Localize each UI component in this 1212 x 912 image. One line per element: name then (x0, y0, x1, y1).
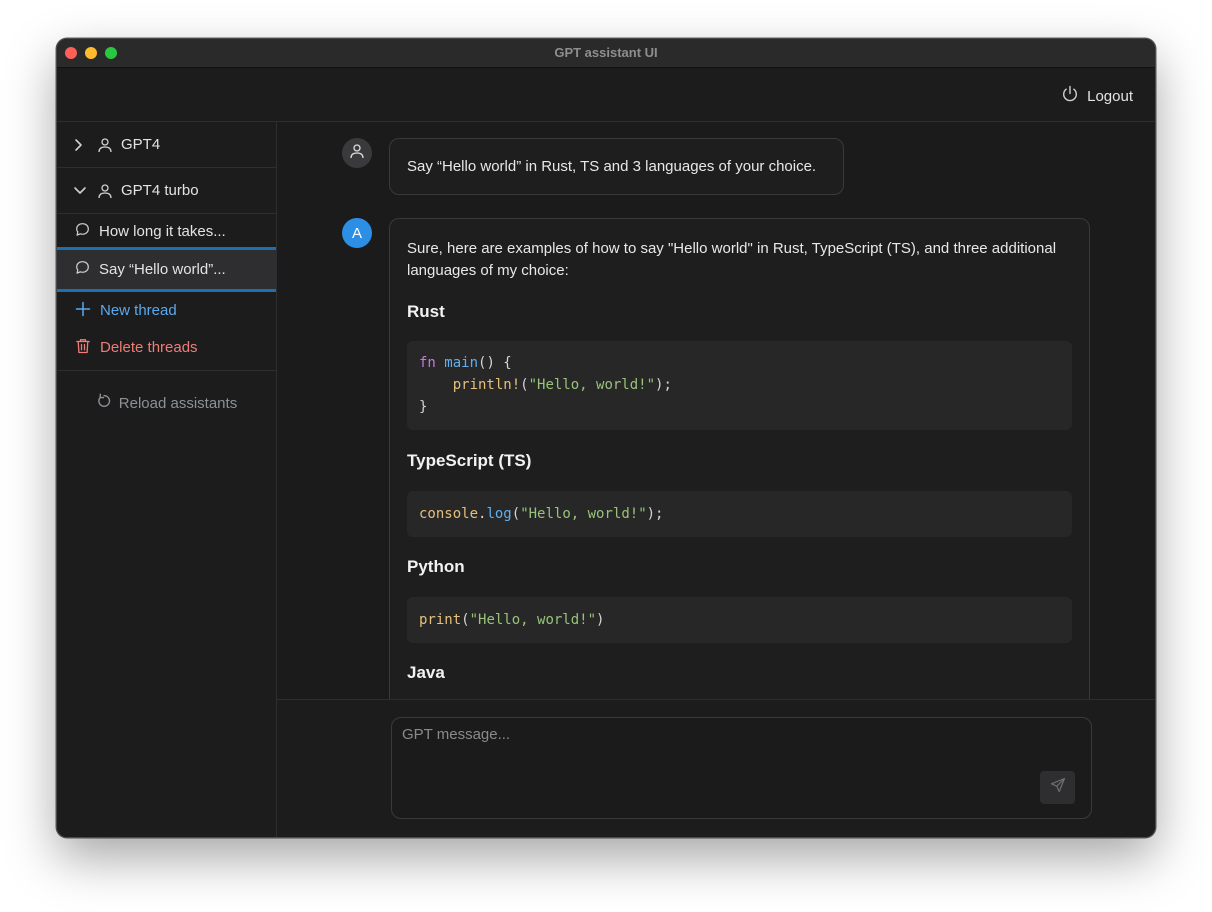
code-token: ( (520, 377, 529, 393)
code-token: console (419, 506, 479, 522)
code-token: } (419, 399, 428, 415)
chat-panel[interactable]: Say “Hello world” in Rust, TS and 3 lang… (277, 122, 1155, 699)
assistant-item-gpt4[interactable]: GPT4 (57, 122, 276, 168)
code-token: println! (452, 377, 521, 393)
section-heading-rust: Rust (407, 302, 445, 321)
code-block-rust: fn main() { println!("Hello, world!"); } (407, 341, 1072, 430)
code-token: ) (596, 612, 605, 628)
top-bar: Logout (57, 68, 1155, 122)
section-heading-typescript: TypeScript (TS) (407, 451, 532, 470)
section-heading-java: Java (407, 663, 445, 682)
thread-item[interactable]: How long it takes... (57, 215, 276, 250)
code-token: ); (646, 506, 664, 522)
window-title: GPT assistant UI (554, 45, 658, 60)
new-thread-label: New thread (100, 302, 177, 319)
delete-threads-label: Delete threads (100, 339, 198, 356)
chat-bubble-icon (75, 260, 99, 279)
assistant-avatar-letter: A (351, 224, 362, 242)
sidebar: GPT4 GPT4 turbo How long it takes... Say… (57, 122, 277, 837)
chevron-down-icon (73, 186, 87, 196)
message-composer (391, 717, 1092, 819)
code-token: fn (419, 355, 436, 371)
thread-item-selected[interactable]: Say “Hello world”... (57, 250, 276, 292)
message-input[interactable] (400, 724, 1034, 788)
reload-icon (96, 393, 119, 413)
reload-assistants-label: Reload assistants (118, 394, 238, 412)
chat-bubble-icon (75, 222, 99, 241)
person-icon (97, 183, 113, 199)
power-icon (1061, 85, 1087, 107)
person-icon (349, 143, 365, 164)
thread-label: Say “Hello world”... (99, 261, 226, 278)
code-token: () { (478, 355, 512, 371)
logout-button[interactable]: Logout (1061, 85, 1133, 107)
code-token: main (444, 355, 479, 371)
code-block-python: print("Hello, world!") (407, 597, 1072, 643)
code-token: log (486, 506, 512, 522)
zoom-window-button[interactable] (105, 47, 117, 59)
minimize-window-button[interactable] (85, 47, 97, 59)
app-window: GPT assistant UI Logout GPT4 GPT4 turbo … (56, 38, 1156, 838)
assistant-item-gpt4-turbo[interactable]: GPT4 turbo (57, 168, 276, 214)
delete-threads-button[interactable]: Delete threads (57, 329, 276, 366)
user-message-text: Say “Hello world” in Rust, TS and 3 lang… (407, 158, 817, 175)
new-thread-button[interactable]: New thread (57, 292, 276, 329)
code-token: ( (461, 612, 470, 628)
user-message: Say “Hello world” in Rust, TS and 3 lang… (389, 138, 844, 195)
chevron-right-icon (73, 138, 87, 152)
code-token: ); (655, 377, 672, 393)
thread-label: How long it takes... (99, 222, 226, 240)
send-icon (1050, 777, 1066, 798)
code-token: print (419, 612, 462, 628)
logout-label: Logout (1087, 87, 1133, 105)
user-avatar (342, 138, 372, 168)
assistant-label: GPT4 (121, 136, 161, 153)
section-heading-python: Python (407, 557, 465, 576)
assistant-intro-text: Sure, here are examples of how to say "H… (407, 240, 1057, 279)
send-button[interactable] (1040, 771, 1075, 804)
plus-icon (75, 301, 100, 321)
composer-area (277, 699, 1155, 837)
code-block-typescript: console.log("Hello, world!"); (407, 491, 1072, 537)
title-bar[interactable]: GPT assistant UI (57, 39, 1155, 68)
assistant-message: Sure, here are examples of how to say "H… (389, 218, 1090, 699)
person-icon (97, 137, 113, 153)
reload-assistants-button[interactable]: Reload assistants (57, 371, 276, 435)
close-window-button[interactable] (65, 47, 77, 59)
assistant-avatar: A (342, 218, 372, 248)
code-token: ( (511, 506, 521, 522)
code-token: "Hello, world!" (528, 377, 656, 393)
code-token: "Hello, world!" (520, 506, 647, 522)
trash-icon (75, 338, 100, 358)
assistant-label: GPT4 turbo (121, 182, 199, 199)
code-token: "Hello, world!" (469, 612, 597, 628)
